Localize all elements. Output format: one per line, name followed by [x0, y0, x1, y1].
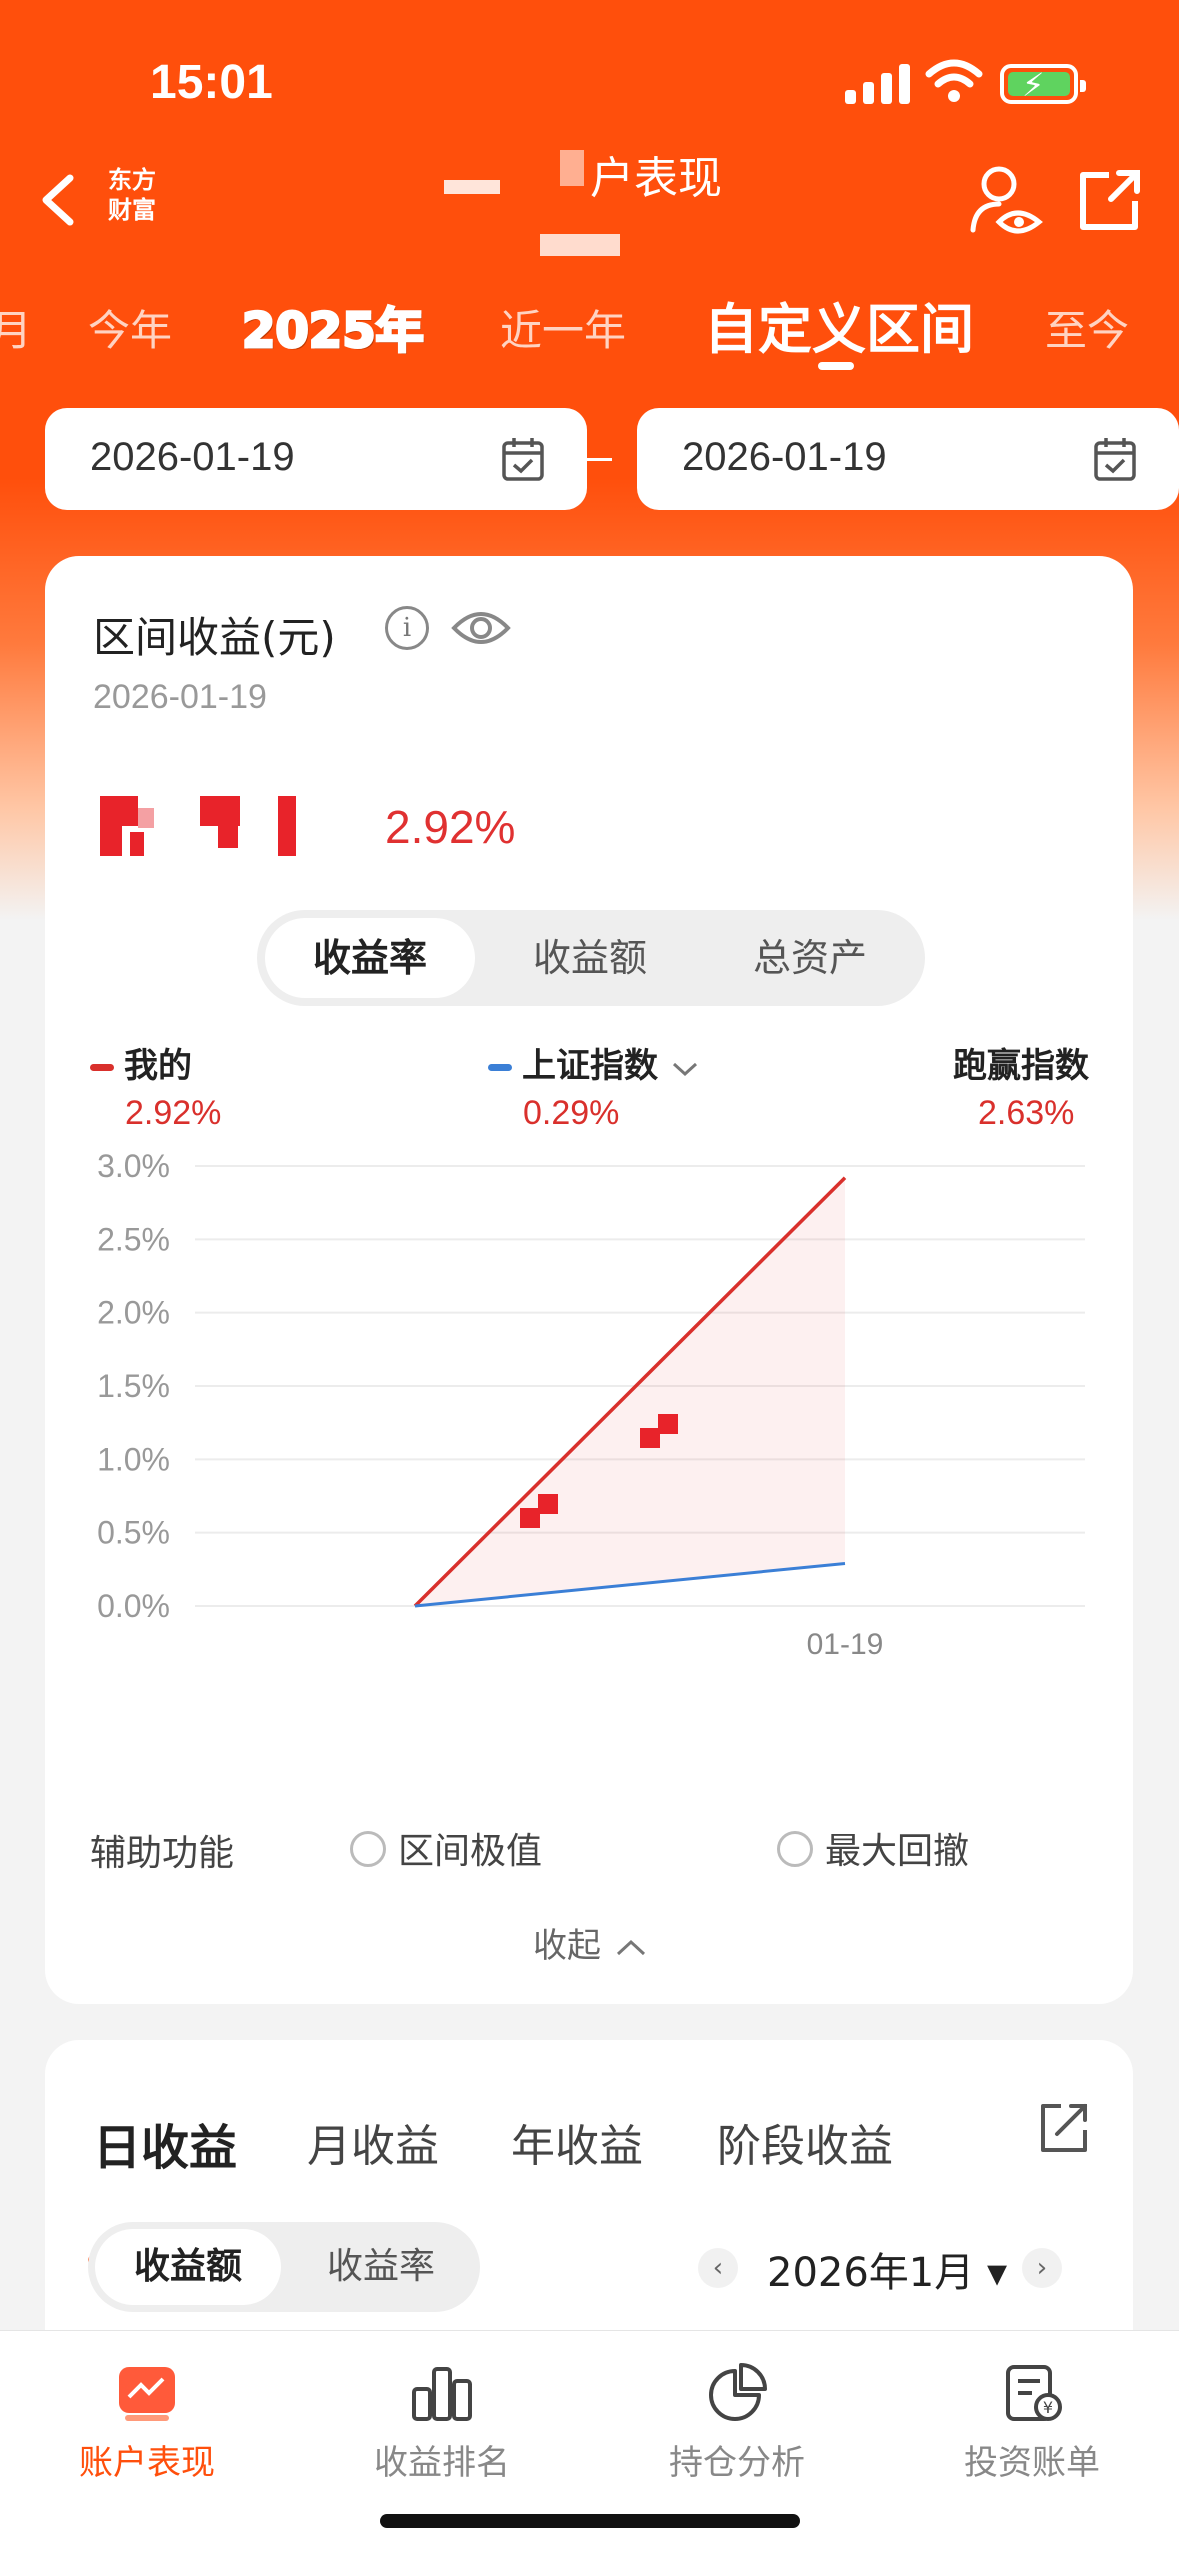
y-tick-label: 3.0%: [97, 1148, 170, 1184]
calendar-icon: [502, 438, 544, 481]
earnings-segmented-control: 收益额 收益率: [88, 2222, 480, 2312]
eye-icon[interactable]: [450, 606, 512, 650]
seg-total-assets[interactable]: 总资产: [705, 918, 915, 998]
start-date-field[interactable]: 2026-01-19: [45, 408, 587, 510]
y-tick-label: 2.5%: [97, 1221, 170, 1257]
option-interval-extreme[interactable]: 区间极值: [350, 1822, 542, 1874]
return-chart: 3.0% 2.5% 2.0% 1.5% 1.0% 0.5% 0.0% 01-19: [97, 1148, 1085, 1661]
page-title: 户表现: [440, 142, 740, 262]
status-bar: 15:01 ⚡: [0, 0, 1179, 150]
tab-last-year[interactable]: 近一年: [500, 297, 626, 358]
masked-amount: [100, 796, 330, 862]
wifi-icon: [925, 59, 983, 102]
legend-mine-value: 2.92%: [125, 1094, 222, 1132]
legend-mine: 我的: [90, 1038, 192, 1087]
radio-icon: [350, 1831, 386, 1867]
legend-beat-value: 2.63%: [978, 1094, 1075, 1132]
tab-custom-range[interactable]: 自定义区间: [704, 285, 974, 364]
legend-swatch-blue: [488, 1064, 512, 1071]
privacy-user-icon[interactable]: [965, 160, 1045, 240]
next-month-button[interactable]: ›: [1022, 2248, 1062, 2288]
collapse-button[interactable]: 收起: [533, 1918, 650, 1967]
status-time: 15:01: [150, 56, 273, 109]
tab-this-year[interactable]: 今年: [88, 297, 172, 358]
card-date: 2026-01-19: [93, 678, 267, 716]
nav-account-performance[interactable]: 账户表现: [27, 2331, 267, 2511]
legend-swatch-red: [90, 1064, 114, 1071]
chevron-up-icon: [616, 1939, 645, 1955]
tab-stage-earnings[interactable]: 阶段收益: [717, 2110, 893, 2174]
range-separator: [568, 458, 612, 461]
chevron-down-icon: [672, 1062, 697, 1076]
interval-rate: 2.92%: [385, 801, 516, 853]
metric-segmented-control: 收益率 收益额 总资产: [257, 910, 925, 1006]
svg-text:¥: ¥: [1043, 2398, 1053, 2417]
bar-chart-icon: [412, 2367, 472, 2421]
y-tick-label: 2.0%: [97, 1295, 170, 1331]
seg-return-amount[interactable]: 收益额: [485, 918, 695, 998]
pie-chart-icon: [709, 2363, 767, 2421]
tab-indicator: [818, 362, 854, 370]
seg-earn-rate[interactable]: 收益率: [288, 2229, 474, 2305]
card-title: 区间收益(元): [93, 613, 336, 662]
battery-icon: ⚡: [1000, 64, 1086, 104]
aux-label: 辅助功能: [90, 1833, 235, 1874]
end-date-field[interactable]: 2026-01-19: [637, 408, 1179, 510]
signal-icon: [845, 62, 915, 104]
tab-to-date[interactable]: 至今: [1045, 297, 1129, 358]
legend-index[interactable]: 上证指数: [488, 1038, 700, 1087]
nav-holdings[interactable]: 持仓分析: [617, 2331, 857, 2511]
app-logo: 东方 财富: [108, 166, 156, 224]
export-icon[interactable]: [1035, 2100, 1091, 2156]
home-indicator: [380, 2514, 800, 2528]
tab-partial[interactable]: 月: [0, 297, 32, 358]
y-tick-label: 1.0%: [97, 1441, 170, 1477]
tab-daily-earnings[interactable]: 日收益: [93, 2108, 237, 2178]
prev-month-button[interactable]: ‹: [698, 2248, 738, 2288]
interval-return-card: 区间收益(元) i 2026-01-19 2.92% 收益率 收益额 总资产 我…: [45, 556, 1133, 2004]
x-tick-label: 01-19: [807, 1628, 884, 1661]
calendar-icon: [1094, 438, 1136, 481]
bill-icon: ¥: [1006, 2365, 1062, 2421]
y-tick-label: 0.5%: [97, 1515, 170, 1551]
end-date-value: 2026-01-19: [682, 435, 887, 479]
period-tabs: 月 今年 2025年 近一年 自定义区间 至今: [0, 285, 1179, 375]
radio-icon: [777, 1831, 813, 1867]
tab-yearly-earnings[interactable]: 年收益: [511, 2110, 643, 2174]
performance-icon: [119, 2367, 175, 2421]
seg-earn-amount[interactable]: 收益额: [95, 2229, 281, 2305]
y-tick-label: 1.5%: [97, 1368, 170, 1404]
option-max-drawdown[interactable]: 最大回撤: [777, 1822, 969, 1874]
nav-ranking[interactable]: 收益排名: [322, 2331, 562, 2511]
legend-index-value: 0.29%: [523, 1094, 620, 1132]
share-icon[interactable]: [1075, 165, 1145, 235]
tab-2025[interactable]: 2025年: [241, 291, 426, 361]
tab-monthly-earnings[interactable]: 月收益: [307, 2110, 439, 2174]
seg-return-rate[interactable]: 收益率: [265, 918, 475, 998]
start-date-value: 2026-01-19: [90, 435, 295, 479]
y-tick-label: 0.0%: [97, 1588, 170, 1624]
back-icon[interactable]: [30, 160, 90, 240]
nav-statement[interactable]: ¥ 投资账单: [912, 2331, 1152, 2511]
month-selector[interactable]: 2026年1月 ▾: [767, 2240, 1007, 2298]
legend-beat: 跑赢指数: [953, 1046, 1089, 1086]
info-icon[interactable]: i: [385, 606, 429, 650]
